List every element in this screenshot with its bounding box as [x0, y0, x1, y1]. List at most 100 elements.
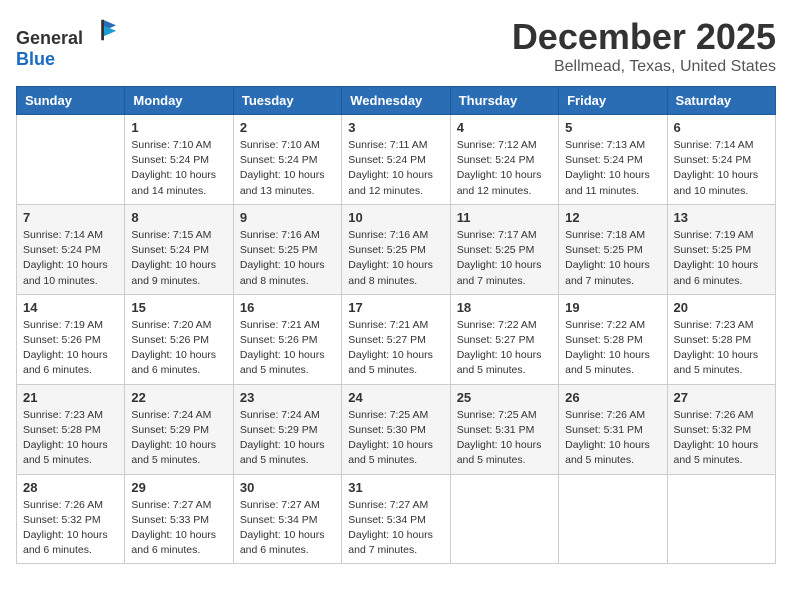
calendar-cell: 24 Sunrise: 7:25 AM Sunset: 5:30 PM Dayli…: [342, 384, 450, 474]
week-row-5: 28 Sunrise: 7:26 AM Sunset: 5:32 PM Dayli…: [17, 474, 776, 564]
day-info: Sunrise: 7:13 AM Sunset: 5:24 PM Dayligh…: [565, 138, 660, 199]
day-info: Sunrise: 7:27 AM Sunset: 5:34 PM Dayligh…: [240, 498, 335, 559]
calendar-cell: 26 Sunrise: 7:26 AM Sunset: 5:31 PM Dayli…: [559, 384, 667, 474]
calendar-cell: 29Sunrise: 7:27 AM Sunset: 5:33 PM Dayli…: [125, 474, 233, 564]
calendar-cell: 27Sunrise: 7:26 AM Sunset: 5:32 PM Dayli…: [667, 384, 775, 474]
day-info: Sunrise: 7:21 AM Sunset: 5:27 PM Dayligh…: [348, 318, 443, 379]
day-number: 26: [565, 390, 660, 405]
day-info: Sunrise: 7:10 AM Sunset: 5:24 PM Dayligh…: [131, 138, 226, 199]
day-info: Sunrise: 7:25 AM Sunset: 5:31 PM Dayligh…: [457, 408, 552, 469]
calendar-cell: 12 Sunrise: 7:18 AM Sunset: 5:25 PM Dayli…: [559, 204, 667, 294]
calendar: SundayMondayTuesdayWednesdayThursdayFrid…: [16, 86, 776, 564]
logo-general-text: General: [16, 28, 83, 48]
calendar-cell: 23 Sunrise: 7:24 AM Sunset: 5:29 PM Dayli…: [233, 384, 341, 474]
calendar-cell: 31Sunrise: 7:27 AM Sunset: 5:34 PM Dayli…: [342, 474, 450, 564]
calendar-cell: 22 Sunrise: 7:24 AM Sunset: 5:29 PM Dayli…: [125, 384, 233, 474]
day-number: 18: [457, 300, 552, 315]
calendar-cell: 30 Sunrise: 7:27 AM Sunset: 5:34 PM Dayli…: [233, 474, 341, 564]
day-info: Sunrise: 7:19 AM Sunset: 5:26 PM Dayligh…: [23, 318, 118, 379]
calendar-cell: [559, 474, 667, 564]
calendar-cell: 4 Sunrise: 7:12 AM Sunset: 5:24 PM Daylig…: [450, 115, 558, 205]
weekday-header-thursday: Thursday: [450, 87, 558, 115]
day-number: 19: [565, 300, 660, 315]
calendar-cell: [667, 474, 775, 564]
calendar-cell: 6Sunrise: 7:14 AM Sunset: 5:24 PM Daylig…: [667, 115, 775, 205]
day-info: Sunrise: 7:24 AM Sunset: 5:29 PM Dayligh…: [131, 408, 226, 469]
day-number: 1: [131, 120, 226, 135]
day-number: 27: [674, 390, 769, 405]
calendar-cell: 10 Sunrise: 7:16 AM Sunset: 5:25 PM Dayli…: [342, 204, 450, 294]
day-number: 22: [131, 390, 226, 405]
day-number: 2: [240, 120, 335, 135]
day-info: Sunrise: 7:26 AM Sunset: 5:31 PM Dayligh…: [565, 408, 660, 469]
calendar-cell: 17 Sunrise: 7:21 AM Sunset: 5:27 PM Dayli…: [342, 294, 450, 384]
logo: General Blue: [16, 16, 118, 70]
weekday-header-monday: Monday: [125, 87, 233, 115]
calendar-cell: 7Sunrise: 7:14 AM Sunset: 5:24 PM Daylig…: [17, 204, 125, 294]
calendar-cell: 8Sunrise: 7:15 AM Sunset: 5:24 PM Daylig…: [125, 204, 233, 294]
day-info: Sunrise: 7:23 AM Sunset: 5:28 PM Dayligh…: [23, 408, 118, 469]
day-number: 4: [457, 120, 552, 135]
day-info: Sunrise: 7:16 AM Sunset: 5:25 PM Dayligh…: [348, 228, 443, 289]
calendar-cell: [17, 115, 125, 205]
title-area: December 2025 Bellmead, Texas, United St…: [512, 16, 776, 76]
day-number: 25: [457, 390, 552, 405]
day-number: 21: [23, 390, 118, 405]
weekday-header-row: SundayMondayTuesdayWednesdayThursdayFrid…: [17, 87, 776, 115]
week-row-3: 14 Sunrise: 7:19 AM Sunset: 5:26 PM Dayli…: [17, 294, 776, 384]
calendar-cell: 21 Sunrise: 7:23 AM Sunset: 5:28 PM Dayli…: [17, 384, 125, 474]
logo-flag-icon: [90, 16, 118, 44]
day-number: 30: [240, 480, 335, 495]
day-info: Sunrise: 7:16 AM Sunset: 5:25 PM Dayligh…: [240, 228, 335, 289]
weekday-header-saturday: Saturday: [667, 87, 775, 115]
day-number: 5: [565, 120, 660, 135]
weekday-header-wednesday: Wednesday: [342, 87, 450, 115]
calendar-cell: 13Sunrise: 7:19 AM Sunset: 5:25 PM Dayli…: [667, 204, 775, 294]
day-number: 15: [131, 300, 226, 315]
calendar-cell: 18 Sunrise: 7:22 AM Sunset: 5:27 PM Dayli…: [450, 294, 558, 384]
calendar-cell: 9 Sunrise: 7:16 AM Sunset: 5:25 PM Daylig…: [233, 204, 341, 294]
calendar-cell: 5 Sunrise: 7:13 AM Sunset: 5:24 PM Daylig…: [559, 115, 667, 205]
day-number: 9: [240, 210, 335, 225]
day-number: 23: [240, 390, 335, 405]
day-number: 12: [565, 210, 660, 225]
day-info: Sunrise: 7:14 AM Sunset: 5:24 PM Dayligh…: [674, 138, 769, 199]
weekday-header-tuesday: Tuesday: [233, 87, 341, 115]
day-number: 11: [457, 210, 552, 225]
day-info: Sunrise: 7:10 AM Sunset: 5:24 PM Dayligh…: [240, 138, 335, 199]
day-number: 17: [348, 300, 443, 315]
calendar-cell: 14 Sunrise: 7:19 AM Sunset: 5:26 PM Dayli…: [17, 294, 125, 384]
day-info: Sunrise: 7:14 AM Sunset: 5:24 PM Dayligh…: [23, 228, 118, 289]
calendar-cell: 25 Sunrise: 7:25 AM Sunset: 5:31 PM Dayli…: [450, 384, 558, 474]
day-number: 28: [23, 480, 118, 495]
day-info: Sunrise: 7:17 AM Sunset: 5:25 PM Dayligh…: [457, 228, 552, 289]
day-number: 16: [240, 300, 335, 315]
day-info: Sunrise: 7:23 AM Sunset: 5:28 PM Dayligh…: [674, 318, 769, 379]
day-info: Sunrise: 7:18 AM Sunset: 5:25 PM Dayligh…: [565, 228, 660, 289]
calendar-cell: 20Sunrise: 7:23 AM Sunset: 5:28 PM Dayli…: [667, 294, 775, 384]
day-info: Sunrise: 7:27 AM Sunset: 5:33 PM Dayligh…: [131, 498, 226, 559]
calendar-cell: 16Sunrise: 7:21 AM Sunset: 5:26 PM Dayli…: [233, 294, 341, 384]
logo-blue-text: Blue: [16, 49, 55, 69]
location-title: Bellmead, Texas, United States: [512, 58, 776, 76]
calendar-cell: 11 Sunrise: 7:17 AM Sunset: 5:25 PM Dayli…: [450, 204, 558, 294]
calendar-cell: 15 Sunrise: 7:20 AM Sunset: 5:26 PM Dayli…: [125, 294, 233, 384]
day-info: Sunrise: 7:11 AM Sunset: 5:24 PM Dayligh…: [348, 138, 443, 199]
day-info: Sunrise: 7:12 AM Sunset: 5:24 PM Dayligh…: [457, 138, 552, 199]
day-info: Sunrise: 7:22 AM Sunset: 5:27 PM Dayligh…: [457, 318, 552, 379]
day-info: Sunrise: 7:25 AM Sunset: 5:30 PM Dayligh…: [348, 408, 443, 469]
day-info: Sunrise: 7:22 AM Sunset: 5:28 PM Dayligh…: [565, 318, 660, 379]
day-info: Sunrise: 7:15 AM Sunset: 5:24 PM Dayligh…: [131, 228, 226, 289]
header: General Blue December 2025 Bellmead, Tex…: [16, 16, 776, 76]
day-number: 10: [348, 210, 443, 225]
day-number: 24: [348, 390, 443, 405]
day-info: Sunrise: 7:20 AM Sunset: 5:26 PM Dayligh…: [131, 318, 226, 379]
day-number: 14: [23, 300, 118, 315]
calendar-cell: [450, 474, 558, 564]
day-info: Sunrise: 7:26 AM Sunset: 5:32 PM Dayligh…: [23, 498, 118, 559]
day-info: Sunrise: 7:24 AM Sunset: 5:29 PM Dayligh…: [240, 408, 335, 469]
month-title: December 2025: [512, 16, 776, 58]
calendar-cell: 3Sunrise: 7:11 AM Sunset: 5:24 PM Daylig…: [342, 115, 450, 205]
calendar-cell: 28 Sunrise: 7:26 AM Sunset: 5:32 PM Dayli…: [17, 474, 125, 564]
week-row-4: 21 Sunrise: 7:23 AM Sunset: 5:28 PM Dayli…: [17, 384, 776, 474]
